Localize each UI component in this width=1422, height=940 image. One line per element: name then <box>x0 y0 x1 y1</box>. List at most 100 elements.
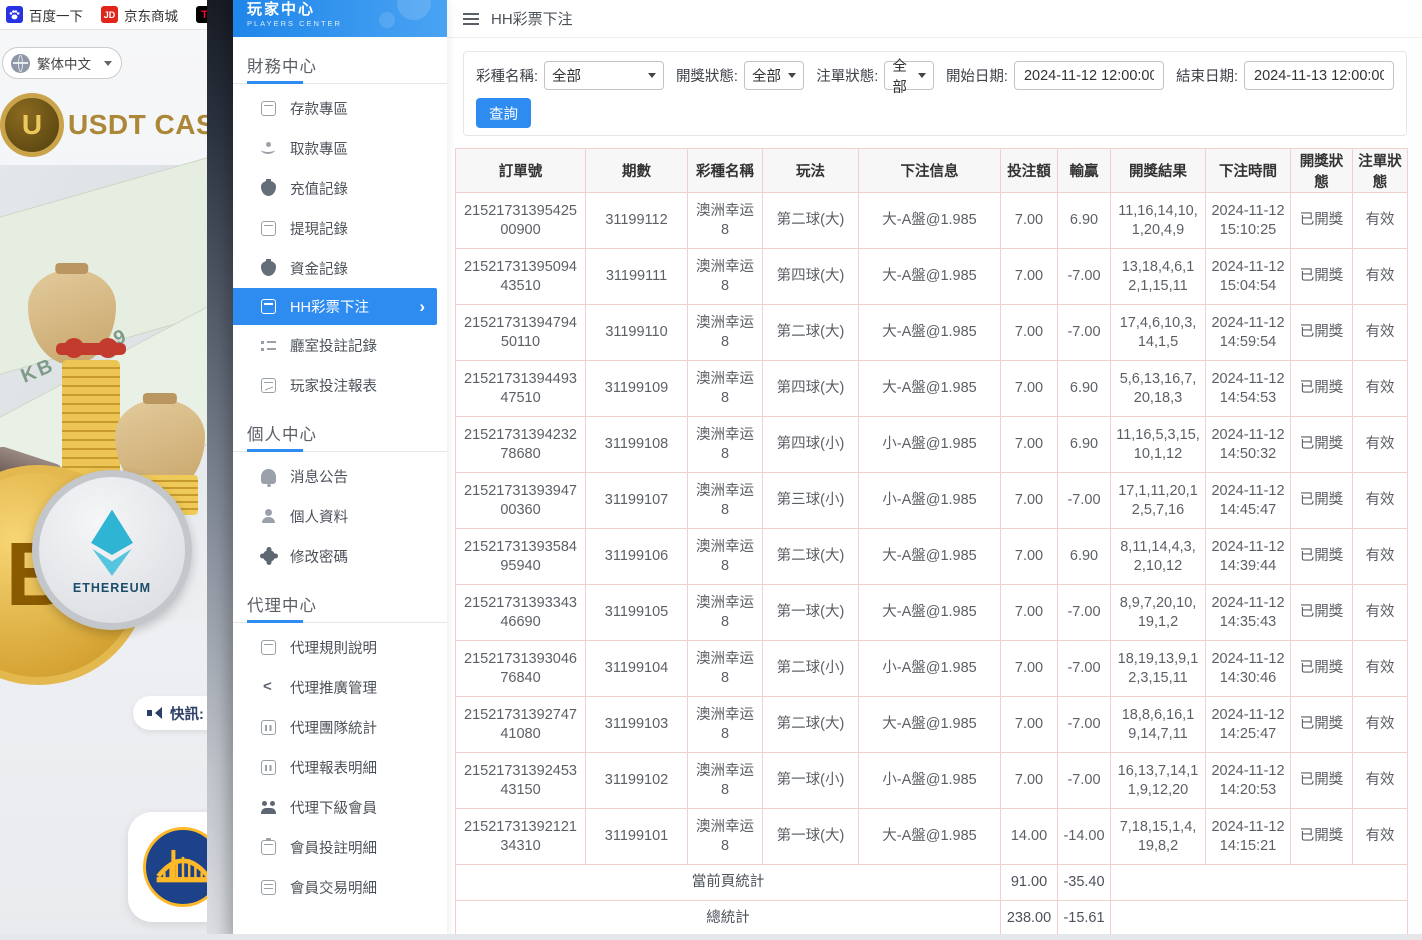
sidebar-item[interactable]: 會員投註明細 <box>233 827 447 867</box>
sidebar-item[interactable]: 取款專區 <box>233 128 447 168</box>
search-button[interactable]: 查詢 <box>476 98 531 128</box>
order-status-select[interactable]: 全部 <box>884 61 934 90</box>
table-cell: 2024-11-12 14:35:43 <box>1206 585 1291 641</box>
column-header: 期數 <box>586 149 688 193</box>
sidebar-item-label: 充值記錄 <box>290 178 348 199</box>
table-cell: 7.00 <box>1001 249 1058 305</box>
table-cell: 2152173139245343150 <box>456 753 586 809</box>
column-header: 訂單號 <box>456 149 586 193</box>
sidebar-item[interactable]: HH彩票下注› <box>233 288 437 325</box>
table-cell: 31199103 <box>586 697 688 753</box>
sidebar-item-label: 取款專區 <box>290 138 348 159</box>
doc-icon <box>261 640 276 655</box>
filter-row: 彩種名稱: 全部 開獎狀態: 全部 注單狀態: 全部 開始日期: 結束日期: <box>476 61 1394 90</box>
table-cell: 小-A盤@1.985 <box>859 417 1001 473</box>
stats-icon <box>261 720 276 735</box>
sidebar-item[interactable]: 資金記錄 <box>233 248 447 288</box>
background-page: 百度一下 JD 京东商城 T 天猫 繁体中文 U USDT CASINO KB … <box>0 0 240 940</box>
top-bar: HH彩票下注 <box>447 0 1422 38</box>
table-cell: 大-A盤@1.985 <box>859 305 1001 361</box>
draw-status-filter-label: 開獎狀態: <box>676 65 738 86</box>
column-header: 下注時間 <box>1206 149 1291 193</box>
bookmark-baidu[interactable]: 百度一下 <box>6 5 83 25</box>
sidebar-section: 代理中心代理規則說明代理推廣管理代理團隊統計代理報表明細代理下級會員會員投註明細… <box>233 576 447 907</box>
ethereum-label: ETHEREUM <box>73 581 151 595</box>
sidebar-item[interactable]: 充值記錄 <box>233 168 447 208</box>
sidebar-item-label: 代理報表明細 <box>290 757 377 778</box>
table-row: 215217313935849594031199106澳洲幸运8第二球(大)大-… <box>456 529 1408 585</box>
table-cell: 第一球(大) <box>763 585 859 641</box>
sidebar-subtitle: PLAYERS CENTER <box>247 19 447 28</box>
table-cell: 澳洲幸运8 <box>688 193 763 249</box>
table-row: 215217313924534315031199102澳洲幸运8第一球(小)小-… <box>456 753 1408 809</box>
sidebar-title: 玩家中心 <box>247 1 447 19</box>
table-cell: 2024-11-12 14:15:21 <box>1206 809 1291 865</box>
sidebar-item[interactable]: 代理報表明細 <box>233 747 447 787</box>
table-cell: 31199108 <box>586 417 688 473</box>
end-date-input[interactable] <box>1244 61 1394 90</box>
start-date-input[interactable] <box>1014 61 1164 90</box>
sidebar: 玩家中心 PLAYERS CENTER 財務中心存款專區取款專區充值記錄提現記錄… <box>233 0 447 940</box>
table-cell: 澳洲幸运8 <box>688 361 763 417</box>
sidebar-item[interactable]: 代理團隊統計 <box>233 707 447 747</box>
table-cell: 已開獎 <box>1291 809 1353 865</box>
share-icon <box>261 680 276 695</box>
gold-coin-stack <box>62 360 120 485</box>
table-cell: 大-A盤@1.985 <box>859 809 1001 865</box>
sidebar-item-label: 玩家投注報表 <box>290 375 377 396</box>
sidebar-item-label: 會員交易明細 <box>290 877 377 898</box>
table-cell: 有效 <box>1353 641 1408 697</box>
sidebar-item[interactable]: 提現記錄 <box>233 208 447 248</box>
sidebar-item-label: 廳室投註記錄 <box>290 335 377 356</box>
lottery-select[interactable]: 全部 <box>544 61 664 90</box>
logo-medallion: U <box>0 93 64 157</box>
sidebar-item[interactable]: 個人資料 <box>233 496 447 536</box>
table-cell: 2024-11-12 14:39:44 <box>1206 529 1291 585</box>
sidebar-item[interactable]: 修改密碼 <box>233 536 447 576</box>
table-cell: -14.00 <box>1058 809 1111 865</box>
sidebar-item[interactable]: 消息公告 <box>233 456 447 496</box>
table-cell: 已開獎 <box>1291 417 1353 473</box>
table-cell: 7.00 <box>1001 305 1058 361</box>
report-icon <box>261 378 276 393</box>
ticker-label: 快訊: <box>170 703 204 724</box>
sidebar-header: 玩家中心 PLAYERS CENTER <box>233 0 447 37</box>
ribbon-bow <box>56 343 126 355</box>
table-cell: 第四球(大) <box>763 361 859 417</box>
main-content: HH彩票下注 彩種名稱: 全部 開獎狀態: 全部 注單狀態: 全部 開始日期: … <box>447 0 1422 940</box>
sidebar-section-title: 財務中心 <box>233 45 447 83</box>
sidebar-section-title: 代理中心 <box>233 584 447 622</box>
bookmark-jd[interactable]: JD 京东商城 <box>101 5 178 25</box>
sidebar-item[interactable]: 存款專區 <box>233 88 447 128</box>
sidebar-item-label: 代理推廣管理 <box>290 677 377 698</box>
sidebar-item-label: 代理規則說明 <box>290 637 377 658</box>
table-cell: 2024-11-12 14:30:46 <box>1206 641 1291 697</box>
page-summary-winloss: -35.40 <box>1058 865 1111 901</box>
sidebar-item[interactable]: 廳室投註記錄 <box>233 325 447 365</box>
table-cell: 有效 <box>1353 809 1408 865</box>
table-row: 215217313921213431031199101澳洲幸运8第一球(大)大-… <box>456 809 1408 865</box>
sidebar-item-label: 個人資料 <box>290 506 348 527</box>
table-cell: 7.00 <box>1001 529 1058 585</box>
table-cell: 2024-11-12 14:45:47 <box>1206 473 1291 529</box>
table-cell: 大-A盤@1.985 <box>859 361 1001 417</box>
column-header: 投注額 <box>1001 149 1058 193</box>
sidebar-item[interactable]: 代理規則說明 <box>233 627 447 667</box>
table-row: 215217313927474108031199103澳洲幸运8第二球(大)大-… <box>456 697 1408 753</box>
sidebar-item[interactable]: 代理下級會員 <box>233 787 447 827</box>
table-cell: 2152173139358495940 <box>456 529 586 585</box>
bets-header-row: 訂單號期數彩種名稱玩法下注信息投注額輸贏開獎結果下注時間開獎狀態注單狀態 <box>456 149 1408 193</box>
language-selector[interactable]: 繁体中文 <box>2 47 122 79</box>
bookmark-label: 京东商城 <box>124 5 178 25</box>
table-cell: 13,18,4,6,12,1,15,11 <box>1111 249 1206 305</box>
table-cell: 18,8,6,16,19,14,7,11 <box>1111 697 1206 753</box>
sidebar-item[interactable]: 玩家投注報表 <box>233 365 447 405</box>
table-cell: 有效 <box>1353 249 1408 305</box>
table-cell: 有效 <box>1353 473 1408 529</box>
table-cell: 澳洲幸运8 <box>688 585 763 641</box>
draw-status-select[interactable]: 全部 <box>744 61 804 90</box>
sidebar-item[interactable]: 會員交易明細 <box>233 867 447 907</box>
sidebar-item[interactable]: 代理推廣管理 <box>233 667 447 707</box>
hamburger-icon[interactable] <box>463 18 479 20</box>
lottery-filter-label: 彩種名稱: <box>476 65 538 86</box>
